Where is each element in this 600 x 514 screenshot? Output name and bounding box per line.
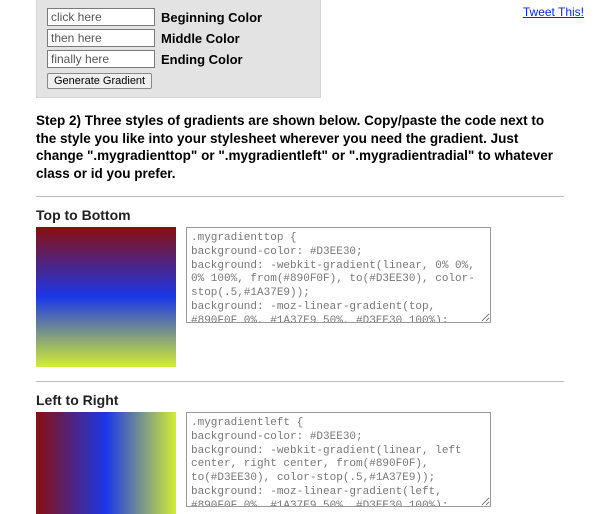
- ending-color-label: Ending Color: [161, 52, 243, 67]
- divider: [36, 381, 564, 382]
- left-to-right-code[interactable]: [186, 412, 491, 507]
- generate-gradient-button[interactable]: Generate Gradient: [47, 73, 152, 89]
- middle-color-label: Middle Color: [161, 31, 240, 46]
- top-to-bottom-title: Top to Bottom: [36, 207, 592, 223]
- divider: [36, 196, 564, 197]
- top-to-bottom-code[interactable]: [186, 227, 491, 323]
- beginning-color-label: Beginning Color: [161, 10, 262, 25]
- color-input-panel: Beginning Color Middle Color Ending Colo…: [36, 0, 321, 98]
- beginning-color-input[interactable]: [47, 8, 155, 26]
- tweet-this-link[interactable]: Tweet This!: [523, 5, 584, 19]
- left-to-right-title: Left to Right: [36, 392, 592, 408]
- step2-instructions: Step 2) Three styles of gradients are sh…: [36, 112, 564, 182]
- gradient-swatch-left: [36, 412, 176, 514]
- gradient-swatch-top: [36, 227, 176, 367]
- middle-color-input[interactable]: [47, 29, 155, 47]
- ending-color-input[interactable]: [47, 50, 155, 68]
